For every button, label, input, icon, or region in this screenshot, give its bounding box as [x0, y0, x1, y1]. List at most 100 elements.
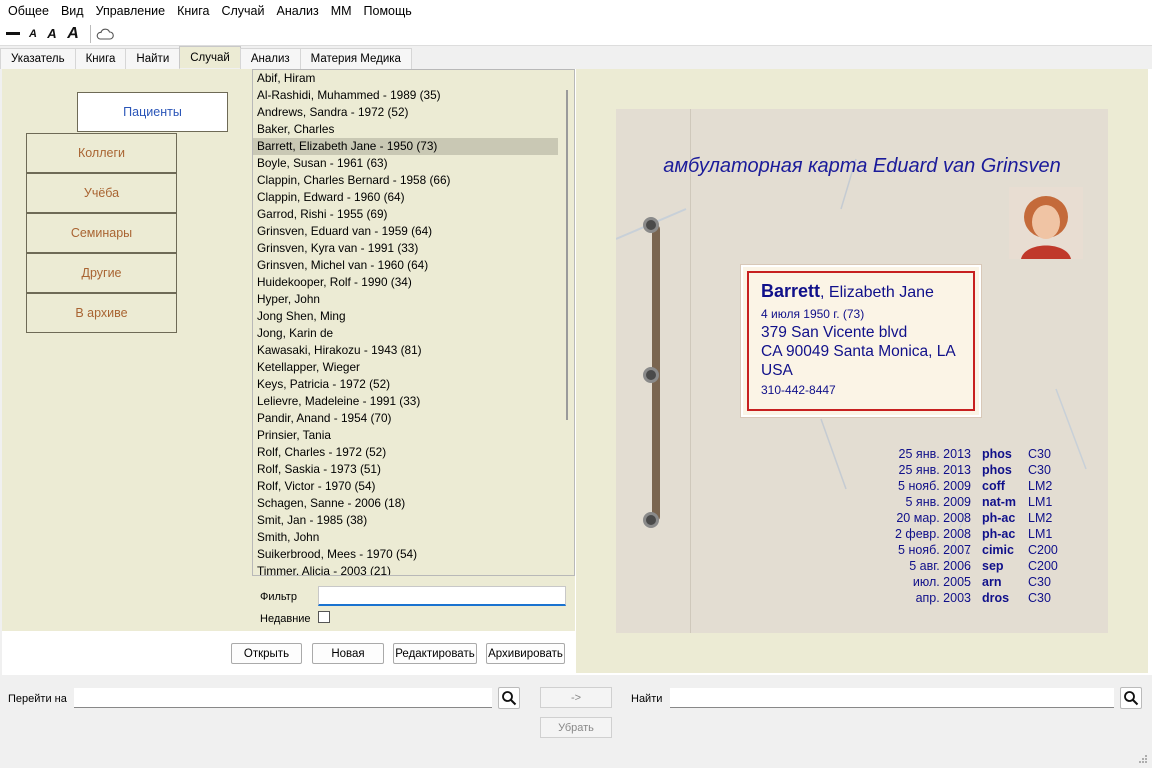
- visit-row[interactable]: 5 янв. 2009 nat-m LM1.: [856, 495, 1096, 511]
- goto-search-button[interactable]: [498, 687, 520, 709]
- menu-general[interactable]: Общее: [2, 0, 55, 22]
- tab-analysis[interactable]: Анализ: [239, 48, 301, 69]
- patient-list-item[interactable]: Baker, Charles: [253, 121, 558, 138]
- remove-button[interactable]: Убрать: [540, 717, 612, 738]
- font-medium-icon[interactable]: A: [44, 23, 60, 45]
- patient-list-item[interactable]: Abif, Hiram: [253, 70, 558, 87]
- cloud-icon[interactable]: [95, 23, 115, 45]
- patient-list-item[interactable]: Prinsier, Tania: [253, 427, 558, 444]
- font-smaller-icon[interactable]: A: [26, 23, 40, 45]
- patient-list-item[interactable]: Schagen, Sanne - 2006 (18): [253, 495, 558, 512]
- patient-list-item[interactable]: Andrews, Sandra - 1972 (52): [253, 104, 558, 121]
- patient-list-item[interactable]: Suikerbrood, Mees - 1970 (54): [253, 546, 558, 563]
- eyelet-top: [643, 217, 659, 233]
- patient-list[interactable]: Abif, Hiram Al-Rashidi, Muhammed - 1989 (…: [252, 69, 575, 576]
- visit-row[interactable]: 25 янв. 2013 phos C30.: [856, 463, 1096, 479]
- edit-button[interactable]: Редактировать: [393, 643, 477, 664]
- patient-photo[interactable]: [1009, 187, 1083, 259]
- patient-list-item[interactable]: Clappin, Charles Bernard - 1958 (66): [253, 172, 558, 189]
- case-card[interactable]: амбулаторная карта Eduard van Grinsven B…: [616, 109, 1108, 633]
- patient-country: USA: [761, 362, 793, 379]
- patient-list-item[interactable]: Jong, Karin de: [253, 325, 558, 342]
- patient-name: Barrett, Elizabeth Jane: [761, 281, 934, 302]
- visit-row[interactable]: 2 февр. 2008 ph-ac LM1.: [856, 527, 1096, 543]
- visit-row[interactable]: 5 нояб. 2009 coff LM2.: [856, 479, 1096, 495]
- patient-list-item[interactable]: Rolf, Saskia - 1973 (51): [253, 461, 558, 478]
- visit-row[interactable]: апр. 2003 dros C30.: [856, 591, 1096, 607]
- visit-remedy: sep: [982, 559, 1004, 573]
- visit-date: 2 февр. 2008: [894, 527, 971, 541]
- open-button[interactable]: Открыть: [231, 643, 302, 664]
- visit-row[interactable]: 5 нояб. 2007 cimic C200.: [856, 543, 1096, 559]
- patient-list-item[interactable]: Rolf, Charles - 1972 (52): [253, 444, 558, 461]
- font-larger-icon[interactable]: A: [64, 23, 82, 45]
- patient-list-item[interactable]: Lelievre, Madeleine - 1991 (33): [253, 393, 558, 410]
- patient-list-item[interactable]: Rolf, Victor - 1970 (54): [253, 478, 558, 495]
- patient-list-item[interactable]: Smith, John: [253, 529, 558, 546]
- patient-list-item[interactable]: Barrett, Elizabeth Jane - 1950 (73): [253, 138, 558, 155]
- main-tabs: Указатель Книга Найти Случай Анализ Мате…: [0, 46, 412, 69]
- patient-street: 379 San Vicente blvd: [761, 324, 908, 341]
- menu-case[interactable]: Случай: [215, 0, 270, 22]
- tab-find[interactable]: Найти: [125, 48, 181, 69]
- menu-mm[interactable]: ММ: [325, 0, 358, 22]
- goto-input[interactable]: [74, 688, 492, 708]
- category-colleagues[interactable]: Коллеги: [26, 133, 177, 173]
- toolbar: A A A: [0, 22, 1152, 46]
- category-patients[interactable]: Пациенты: [77, 92, 228, 132]
- resize-grip-icon[interactable]: [1138, 754, 1148, 764]
- patient-list-item[interactable]: Al-Rashidi, Muhammed - 1989 (35): [253, 87, 558, 104]
- patient-list-item[interactable]: Grinsven, Eduard van - 1959 (64): [253, 223, 558, 240]
- category-other[interactable]: Другие: [26, 253, 177, 293]
- patient-list-item[interactable]: Jong Shen, Ming: [253, 308, 558, 325]
- patient-list-item[interactable]: Garrod, Rishi - 1955 (69): [253, 206, 558, 223]
- visit-separator: .: [967, 511, 971, 525]
- patient-list-item[interactable]: Kawasaki, Hirakozu - 1943 (81): [253, 342, 558, 359]
- menu-book[interactable]: Книга: [171, 0, 215, 22]
- patient-list-item[interactable]: Clappin, Edward - 1960 (64): [253, 189, 558, 206]
- visit-potency: LM2: [1028, 479, 1053, 493]
- minus-icon[interactable]: [4, 23, 22, 45]
- find-input[interactable]: [670, 688, 1114, 708]
- visit-potency: C30: [1028, 575, 1051, 589]
- category-seminars[interactable]: Семинары: [26, 213, 177, 253]
- archive-button[interactable]: Архивировать: [486, 643, 565, 664]
- tab-book[interactable]: Книга: [74, 48, 127, 69]
- visit-date: апр. 2003: [915, 591, 971, 605]
- patient-list-item[interactable]: Timmer, Alicia - 2003 (21): [253, 563, 558, 575]
- visit-row[interactable]: июл. 2005 arn C30.: [856, 575, 1096, 591]
- arrow-button[interactable]: ->: [540, 687, 612, 708]
- list-scrollbar[interactable]: [566, 90, 568, 420]
- new-button[interactable]: Новая: [312, 643, 384, 664]
- menu-analysis[interactable]: Анализ: [271, 0, 325, 22]
- menu-help[interactable]: Помощь: [358, 0, 418, 22]
- visit-date: 5 янв. 2009: [905, 495, 972, 509]
- visit-row[interactable]: 25 янв. 2013 phos C30.: [856, 447, 1096, 463]
- visit-remedy: ph-ac: [982, 511, 1016, 525]
- visit-row[interactable]: 20 мар. 2008 ph-ac LM2.: [856, 511, 1096, 527]
- visit-remedy: nat-m: [982, 495, 1017, 509]
- patient-list-item[interactable]: Huidekooper, Rolf - 1990 (34): [253, 274, 558, 291]
- tab-index[interactable]: Указатель: [0, 48, 76, 69]
- patient-list-item[interactable]: Grinsven, Kyra van - 1991 (33): [253, 240, 558, 257]
- tab-case[interactable]: Случай: [179, 46, 241, 68]
- patient-list-item[interactable]: Hyper, John: [253, 291, 558, 308]
- category-study[interactable]: Учёба: [26, 173, 177, 213]
- patient-list-item[interactable]: Ketellapper, Wieger: [253, 359, 558, 376]
- tab-materia-medica[interactable]: Материя Медика: [299, 48, 412, 69]
- visit-potency: C200: [1028, 559, 1058, 573]
- patient-list-item[interactable]: Grinsven, Michel van - 1960 (64): [253, 257, 558, 274]
- category-archive[interactable]: В архиве: [26, 293, 177, 333]
- recent-checkbox[interactable]: [318, 611, 330, 623]
- filter-input[interactable]: [318, 586, 566, 606]
- find-search-button[interactable]: [1120, 687, 1142, 709]
- patient-list-item[interactable]: Pandir, Anand - 1954 (70): [253, 410, 558, 427]
- patient-list-item[interactable]: Smit, Jan - 1985 (38): [253, 512, 558, 529]
- visit-row[interactable]: 5 авг. 2006 sep C200.: [856, 559, 1096, 575]
- patient-list-item[interactable]: Keys, Patricia - 1972 (52): [253, 376, 558, 393]
- patient-list-item[interactable]: Boyle, Susan - 1961 (63): [253, 155, 558, 172]
- visit-separator: .: [967, 479, 971, 493]
- case-card-panel: амбулаторная карта Eduard van Grinsven B…: [576, 69, 1148, 673]
- menu-view[interactable]: Вид: [55, 0, 90, 22]
- menu-manage[interactable]: Управление: [90, 0, 172, 22]
